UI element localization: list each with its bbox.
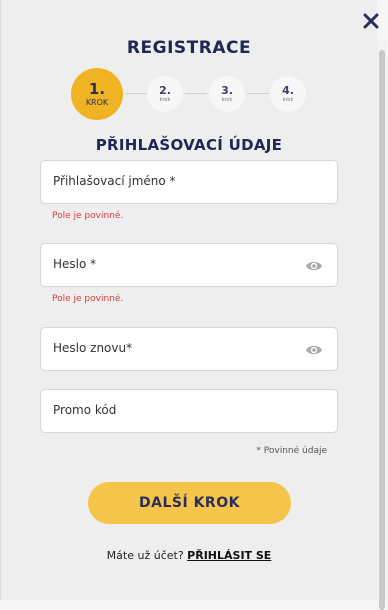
step-number: 1. [88,79,106,98]
step-label: krok [221,97,233,103]
step-indicator: 1. KROK 2. krok 3. krok 4. krok [1,68,377,124]
step-connector [185,93,207,94]
step-4: 4. krok [270,76,306,112]
step-3: 3. krok [209,76,245,112]
step-number: 3. [221,84,233,97]
step-label: KROK [85,97,109,107]
username-error: Pole je povinné. [52,211,124,221]
password-repeat-placeholder: Heslo znovu* [53,341,133,355]
step-label: krok [282,97,294,103]
promo-code-placeholder: Promo kód [53,403,117,417]
step-connector [247,93,269,94]
scrollbar[interactable] [377,40,387,610]
scrollbar-thumb[interactable] [379,50,385,610]
next-step-button[interactable]: DALŠÍ KROK [88,482,291,524]
step-2: 2. krok [147,76,183,112]
eye-icon[interactable] [305,259,323,273]
eye-icon[interactable] [305,343,323,357]
step-label: krok [159,97,171,103]
password-repeat-field[interactable]: Heslo znovu* [40,327,338,371]
password-placeholder: Heslo * [53,257,97,271]
login-prompt: Máte už účet? [106,549,184,562]
step-number: 4. [282,84,294,97]
modal-title: REGISTRACE [126,38,252,58]
step-connector [125,93,147,94]
promo-code-field[interactable]: Promo kód [40,389,338,433]
username-placeholder: Přihlašovací jméno * [53,174,176,188]
username-field[interactable]: Přihlašovací jméno * [40,160,338,204]
login-link[interactable]: PŘIHLÁSIT SE [187,549,271,562]
password-error: Pole je povinné. [52,294,124,304]
close-icon[interactable] [362,12,380,30]
required-note: * Povinné údaje [256,446,327,456]
registration-modal: REGISTRACE 1. KROK 2. krok 3. krok 4. kr… [0,0,380,600]
password-field[interactable]: Heslo * [40,243,338,287]
step-number: 2. [159,84,171,97]
step-1: 1. KROK [71,68,123,120]
section-title: PŘIHLAŠOVACÍ ÚDAJE [95,136,283,154]
login-prompt-row: Máte už účet? PŘIHLÁSIT SE [1,549,377,562]
